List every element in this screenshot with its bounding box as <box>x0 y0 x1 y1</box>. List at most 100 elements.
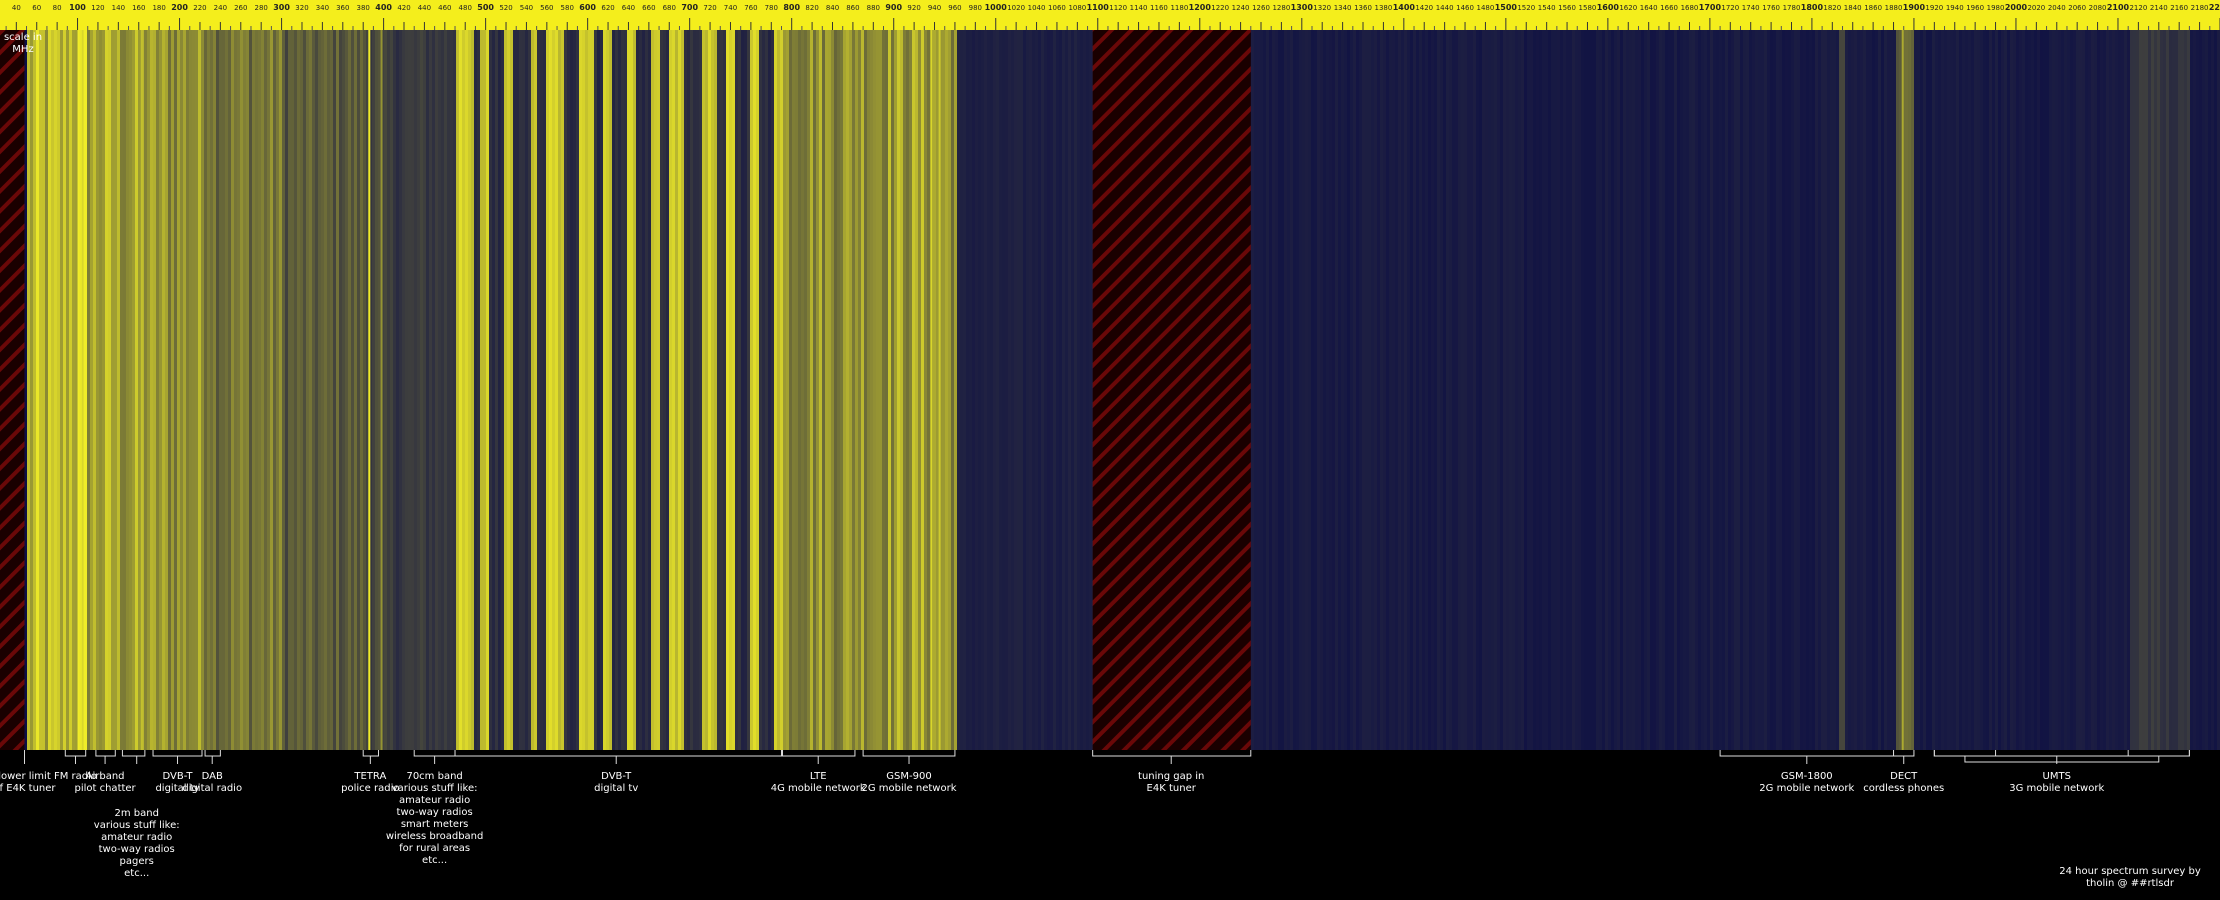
spectrum-column <box>1674 30 1677 750</box>
spectrum-column <box>1329 30 1332 750</box>
spectrum-column <box>1983 30 1986 750</box>
spectrum-column <box>2157 30 2160 750</box>
spectrum-column <box>1089 30 1092 750</box>
spectrum-column <box>795 30 798 750</box>
annotation-e4k-lower-limit: lower limit of E4K tuner <box>0 771 56 794</box>
spectrum-column <box>108 30 111 750</box>
spectrum-column <box>1905 30 1908 750</box>
spectrum-column <box>945 30 948 750</box>
ruler-tick-label: 320 <box>295 4 308 12</box>
ruler-tick-label: 1140 <box>1130 4 1148 12</box>
spectrum-column <box>2091 30 2094 750</box>
spectrum-column <box>699 30 702 750</box>
spectrum-column <box>957 30 960 750</box>
spectrum-column <box>462 30 465 750</box>
spectrum-column <box>2148 30 2151 750</box>
spectrum-column <box>1473 30 1476 750</box>
ruler-tick-label: 720 <box>703 4 716 12</box>
spectrum-column <box>2061 30 2064 750</box>
spectrum-column <box>1287 30 1290 750</box>
spectrum-column <box>237 30 240 750</box>
spectrum-column <box>1353 30 1356 750</box>
spectrum-column <box>1056 30 1059 750</box>
spectrum-column <box>1746 30 1749 750</box>
ruler-tick-label: 1520 <box>1517 4 1535 12</box>
spectrum-column <box>1581 30 1584 750</box>
spectrum-column <box>1014 30 1017 750</box>
spectrum-column <box>2193 30 2196 750</box>
spectrum-column <box>297 30 300 750</box>
spectrum-column <box>30 30 33 750</box>
spectrum-column <box>1545 30 1548 750</box>
spectrum-column <box>2103 30 2106 750</box>
ruler-tick-label: 1380 <box>1375 4 1393 12</box>
spectrum-column <box>1509 30 1512 750</box>
spectrum-column <box>117 30 120 750</box>
spectrum-column <box>234 30 237 750</box>
spectrum-column <box>183 30 186 750</box>
spectrum-column <box>1884 30 1887 750</box>
ruler-tick-label: 840 <box>826 4 839 12</box>
spectrum-column <box>738 30 741 750</box>
spectrum-column <box>2085 30 2088 750</box>
spectrum-column <box>594 30 597 750</box>
spectrum-column <box>54 30 57 750</box>
spectrum-column <box>1638 30 1641 750</box>
spectrum-column <box>1764 30 1767 750</box>
spectrum-column <box>186 30 189 750</box>
spectrum-column <box>303 30 306 750</box>
spectrum-column <box>1707 30 1710 750</box>
spectrum-column <box>2166 30 2169 750</box>
spectrum-column <box>537 30 540 750</box>
spectrum-column <box>420 30 423 750</box>
spectrum-column <box>114 30 117 750</box>
spectrum-column <box>1446 30 1449 750</box>
spectrum-column <box>177 30 180 750</box>
spectrum-column <box>327 30 330 750</box>
ruler-tick-label: 660 <box>642 4 655 12</box>
spectrum-column <box>1485 30 1488 750</box>
annotation-bracket <box>95 750 116 757</box>
spectrum-column <box>390 30 393 750</box>
spectrum-column <box>1956 30 1959 750</box>
spectrum-column <box>60 30 63 750</box>
ruler-tick-label: 1940 <box>1946 4 1964 12</box>
spectrum-column <box>669 30 672 750</box>
spectrum-column <box>834 30 837 750</box>
ruler-tick-label: 680 <box>663 4 676 12</box>
spectrum-column <box>882 30 885 750</box>
spectrum-column <box>1269 30 1272 750</box>
spectrum-column <box>1995 30 1998 750</box>
spectrum-column <box>1644 30 1647 750</box>
spectrum-column <box>2124 30 2127 750</box>
spectrum-column <box>1845 30 1848 750</box>
spectrum-column <box>1938 30 1941 750</box>
spectrum-column <box>2190 30 2193 750</box>
spectrum-column <box>924 30 927 750</box>
ruler-tick-label: 960 <box>948 4 961 12</box>
spectrum-column <box>1407 30 1410 750</box>
ruler-tick-label: 1800 <box>1801 3 1824 12</box>
spectrum-column <box>927 30 930 750</box>
ruler-tick-label: 120 <box>91 4 104 12</box>
spectrum-column <box>1293 30 1296 750</box>
spectrum-column <box>954 30 957 750</box>
spectrum-column <box>393 30 396 750</box>
spectrum-column <box>1734 30 1737 750</box>
spectrum-column <box>1380 30 1383 750</box>
spectrum-column <box>1314 30 1317 750</box>
spectrum-column <box>1560 30 1563 750</box>
spectrum-column <box>270 30 273 750</box>
spectrum-column <box>33 30 36 750</box>
spectrum-column <box>1596 30 1599 750</box>
spectrum-column <box>93 30 96 750</box>
annotation-bracket <box>862 750 956 757</box>
spectrum-column <box>2100 30 2103 750</box>
spectrum-column <box>729 30 732 750</box>
spectrum-column <box>1929 30 1932 750</box>
ruler-tick-label: 600 <box>579 3 596 12</box>
spectrum-column <box>1941 30 1944 750</box>
ruler-tick-label: 1020 <box>1007 4 1025 12</box>
spectrum-column <box>618 30 621 750</box>
spectrum-column <box>1386 30 1389 750</box>
